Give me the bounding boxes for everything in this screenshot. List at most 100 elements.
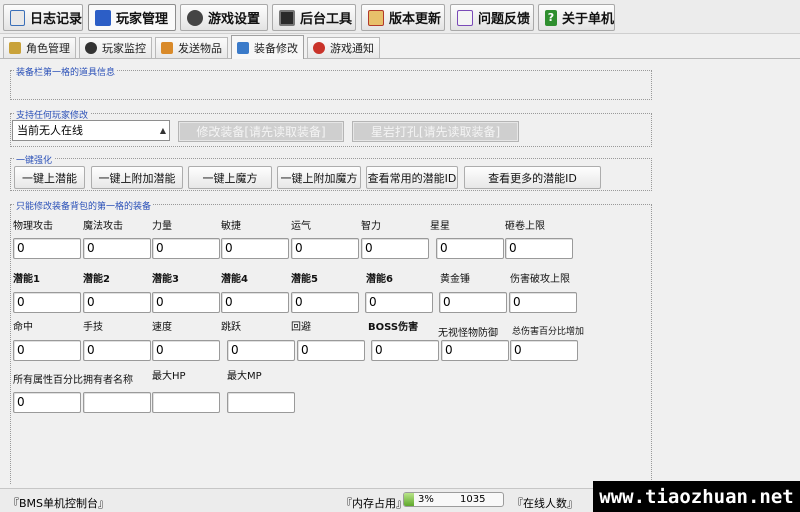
star-socket-button[interactable]: 星岩打孔[请先读取装备] <box>352 121 519 142</box>
luk-input[interactable]: 0 <box>291 238 359 259</box>
oneclick-extra-potential-button[interactable]: 一键上附加潜能 <box>91 166 183 189</box>
potential-1-input[interactable]: 0 <box>13 292 81 313</box>
log-icon <box>10 9 25 26</box>
subtab-role-manage[interactable]: 角色管理 <box>3 37 76 58</box>
game-settings-icon <box>187 9 203 26</box>
label-luk: 运气 <box>291 221 311 232</box>
label-potential-3: 潜能3 <box>152 274 179 285</box>
accuracy-input[interactable]: 0 <box>13 340 81 361</box>
tab-version-update[interactable]: 版本更新 <box>361 4 445 31</box>
label-accuracy: 命中 <box>13 322 33 333</box>
item-info-group-title: 装备栏第一格的道具信息 <box>14 65 118 78</box>
main-toolbar: 日志记录 玩家管理 游戏设置 后台工具 版本更新 问题反馈 ? 关于单机 <box>0 0 800 34</box>
label-potential-6: 潜能6 <box>366 274 393 285</box>
speed-input[interactable]: 0 <box>152 340 220 361</box>
phys-attack-input[interactable]: 0 <box>13 238 81 259</box>
potential-3-input[interactable]: 0 <box>152 292 220 313</box>
scroll-icon <box>368 9 384 26</box>
potential-6-input[interactable]: 0 <box>365 292 433 313</box>
fields-group-title: 只能修改装备背包的第一格的装备 <box>14 199 154 212</box>
feedback-icon <box>457 9 473 26</box>
subtab-game-notify[interactable]: 游戏通知 <box>307 37 380 58</box>
boss-damage-input[interactable]: 0 <box>371 340 439 361</box>
watermark: www.tiaozhuan.net <box>593 481 800 512</box>
item-info-group: 装备栏第一格的道具信息 <box>10 65 652 100</box>
ignore-defense-input[interactable]: 0 <box>441 340 509 361</box>
label-boss-damage: BOSS伤害 <box>368 322 419 333</box>
subtab-player-monitor[interactable]: 玩家监控 <box>79 37 152 58</box>
tab-player-manage[interactable]: 玩家管理 <box>88 4 176 31</box>
tab-game-settings-label: 游戏设置 <box>208 12 261 27</box>
modify-equipment-button[interactable]: 修改装备[请先读取装备] <box>178 121 344 142</box>
label-jump: 跳跃 <box>221 322 241 333</box>
total-damage-input[interactable]: 0 <box>510 340 578 361</box>
subtab-role-manage-label: 角色管理 <box>26 42 70 55</box>
label-stars: 星星 <box>430 221 450 232</box>
scroll-limit-input[interactable]: 0 <box>505 238 573 259</box>
label-phys-attack: 物理攻击 <box>13 221 53 232</box>
memory-mb: 1035 MB <box>460 494 486 506</box>
all-stat-percent-input[interactable]: 0 <box>13 392 81 413</box>
label-potential-1: 潜能1 <box>13 274 40 285</box>
player-select-value: 当前无人在线 <box>17 124 83 137</box>
max-hp-input[interactable] <box>152 392 220 413</box>
tab-player-manage-label: 玩家管理 <box>116 12 169 27</box>
golden-hammer-input[interactable]: 0 <box>439 292 507 313</box>
magic-attack-input[interactable]: 0 <box>83 238 151 259</box>
notify-icon <box>313 42 325 54</box>
monitor-player-icon <box>85 42 97 54</box>
subtab-equipment-edit[interactable]: 装备修改 <box>231 35 304 59</box>
label-all-stat-percent: 所有属性百分比 <box>13 375 83 386</box>
tab-game-settings[interactable]: 游戏设置 <box>180 4 268 31</box>
oneclick-extra-cube-button[interactable]: 一键上附加魔方 <box>277 166 361 189</box>
oneclick-cube-button[interactable]: 一键上魔方 <box>188 166 272 189</box>
label-hands: 手技 <box>83 322 103 333</box>
label-ignore-defense: 无视怪物防御 <box>438 328 498 339</box>
label-max-hp: 最大HP <box>152 371 186 382</box>
potential-2-input[interactable]: 0 <box>83 292 151 313</box>
hands-input[interactable]: 0 <box>83 340 151 361</box>
label-avoid: 回避 <box>291 322 311 333</box>
subtab-send-items[interactable]: 发送物品 <box>155 37 228 58</box>
owner-name-input[interactable] <box>83 392 151 413</box>
tab-log-label: 日志记录 <box>29 12 82 27</box>
potential-4-input[interactable]: 0 <box>221 292 289 313</box>
view-common-potential-id-button[interactable]: 查看常用的潜能ID <box>366 166 458 189</box>
subtab-equipment-edit-label: 装备修改 <box>254 41 298 55</box>
damage-cap-input[interactable]: 0 <box>509 292 577 313</box>
role-icon <box>9 42 21 54</box>
spinner-arrows-icon[interactable]: ▲ <box>160 121 166 140</box>
label-total-damage: 总伤害百分比增加 <box>512 327 585 337</box>
dex-input[interactable]: 0 <box>221 238 289 259</box>
avoid-input[interactable]: 0 <box>297 340 365 361</box>
label-owner-name: 拥有者名称 <box>83 375 133 386</box>
label-dex: 敏捷 <box>221 221 241 232</box>
tab-backend-tools-label: 后台工具 <box>300 12 353 27</box>
gift-icon <box>161 42 173 54</box>
label-potential-4: 潜能4 <box>221 274 248 285</box>
oneclick-potential-button[interactable]: 一键上潜能 <box>14 166 85 189</box>
view-more-potential-id-button[interactable]: 查看更多的潜能ID <box>464 166 601 189</box>
memory-label: 『内存占用』 <box>341 497 407 510</box>
memory-progress-bar: 3% 1035 MB <box>403 492 504 507</box>
stars-input[interactable]: 0 <box>436 238 504 259</box>
online-label: 『在线人数』 <box>512 497 578 510</box>
tab-feedback-label: 问题反馈 <box>478 12 531 27</box>
player-select[interactable]: 当前无人在线 ▲ <box>12 120 170 141</box>
potential-5-input[interactable]: 0 <box>291 292 359 313</box>
int-input[interactable]: 0 <box>361 238 429 259</box>
str-input[interactable]: 0 <box>152 238 220 259</box>
memory-progress-fill <box>404 493 414 506</box>
label-scroll-limit: 砸卷上限 <box>505 221 545 232</box>
memory-percent: 3% <box>418 494 434 505</box>
label-str: 力量 <box>152 221 172 232</box>
jump-input[interactable]: 0 <box>227 340 295 361</box>
tab-backend-tools[interactable]: 后台工具 <box>272 4 356 31</box>
label-speed: 速度 <box>152 322 172 333</box>
tab-log[interactable]: 日志记录 <box>3 4 83 31</box>
label-potential-2: 潜能2 <box>83 274 110 285</box>
tab-about[interactable]: ? 关于单机 <box>538 4 615 31</box>
max-mp-input[interactable] <box>227 392 295 413</box>
help-icon: ? <box>545 9 557 26</box>
tab-feedback[interactable]: 问题反馈 <box>450 4 534 31</box>
